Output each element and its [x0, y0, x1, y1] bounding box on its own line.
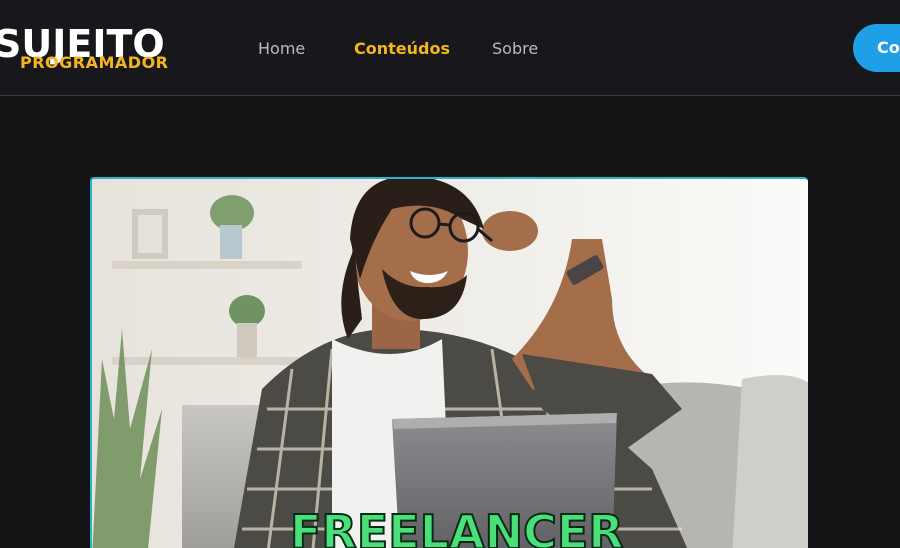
- nav-item-sobre[interactable]: Sobre: [492, 38, 538, 60]
- cta-button[interactable]: Co: [853, 24, 900, 72]
- logo-bottom-text: PROGRAMADOR: [20, 53, 169, 72]
- man-with-laptop-photo: [92, 179, 808, 548]
- nav-item-home[interactable]: Home: [258, 38, 305, 60]
- hero-caption: FREELANCER: [289, 505, 625, 548]
- site-header: SUJEITO PROGRAMADOR Home Conteúdos Sobre…: [0, 0, 900, 96]
- nav-item-conteudos[interactable]: Conteúdos: [354, 38, 450, 60]
- hero-card[interactable]: FREELANCER: [90, 177, 808, 548]
- site-logo[interactable]: SUJEITO PROGRAMADOR: [0, 20, 174, 80]
